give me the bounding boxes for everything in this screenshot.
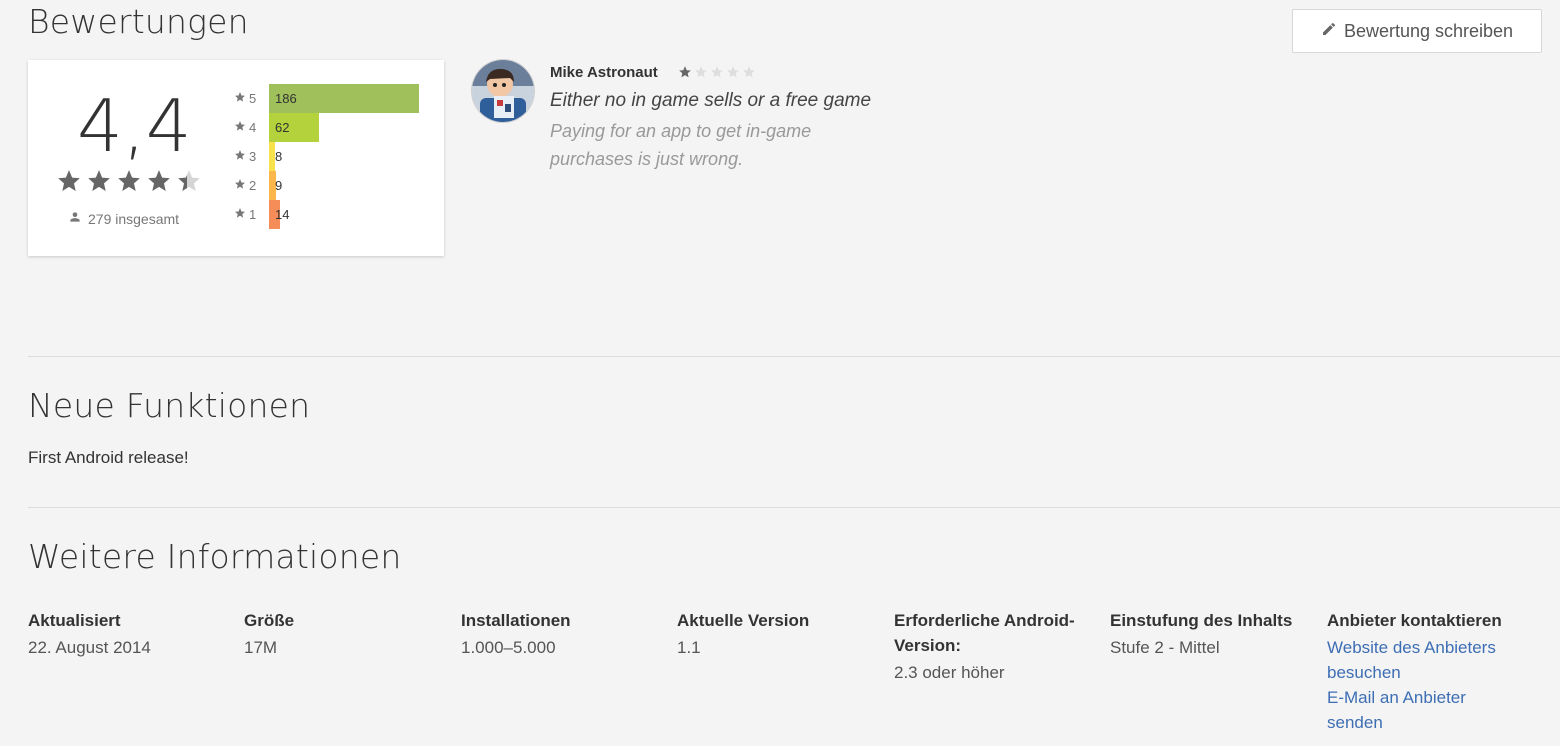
- star-icon: [116, 168, 142, 199]
- info-version: Aktuelle Version 1.1: [677, 608, 877, 660]
- review-title: Either no in game sells or a free game: [550, 90, 872, 111]
- info-android-version: Erforderliche Android-Version: 2.3 oder …: [894, 608, 1079, 685]
- total-ratings: 279 insgesamt: [68, 210, 179, 227]
- info-value: 17M: [244, 638, 278, 657]
- histogram-star-label: 2: [234, 171, 256, 200]
- info-value: 1.000–5.000: [461, 638, 556, 657]
- avatar[interactable]: [472, 60, 534, 122]
- star-icon: [176, 168, 202, 199]
- star-icon: [710, 65, 724, 84]
- histogram-row: 5 186: [234, 84, 424, 113]
- whats-new-heading: Neue Funktionen: [28, 386, 311, 425]
- write-review-button[interactable]: Bewertung schreiben: [1292, 9, 1542, 53]
- info-value: Stufe 2 - Mittel: [1110, 638, 1220, 657]
- info-value: 1.1: [677, 638, 701, 657]
- info-installs: Installationen 1.000–5.000: [461, 608, 661, 660]
- star-icon: [234, 91, 246, 106]
- star-icon: [234, 178, 246, 193]
- star-icon: [86, 168, 112, 199]
- info-value: 2.3 oder höher: [894, 663, 1005, 682]
- average-stars: [56, 168, 202, 199]
- review-body: Paying for an app to get in-game purchas…: [550, 121, 812, 169]
- histogram-star-label: 1: [234, 200, 256, 229]
- info-label: Aktuelle Version: [677, 611, 810, 630]
- histogram-star-number: 3: [249, 149, 257, 164]
- histogram-star-label: 5: [234, 84, 256, 113]
- section-divider: [28, 507, 1560, 508]
- star-icon: [56, 168, 82, 199]
- developer-email-link[interactable]: E-Mail an Anbieter senden: [1327, 685, 1517, 735]
- star-icon: [146, 168, 172, 199]
- histogram-count: 8: [275, 149, 283, 164]
- info-updated: Aktualisiert 22. August 2014: [28, 608, 228, 660]
- review-author[interactable]: Mike Astronaut: [550, 64, 658, 81]
- info-label: Erforderliche Android-Version:: [894, 611, 1075, 655]
- write-review-label: Bewertung schreiben: [1343, 20, 1514, 41]
- histogram-star-number: 1: [249, 207, 257, 222]
- histogram-row: 1 14: [234, 200, 424, 229]
- histogram-star-label: 3: [234, 142, 256, 171]
- developer-website-link[interactable]: Website des Anbieters besuchen: [1327, 635, 1517, 685]
- person-icon: [68, 210, 82, 227]
- info-label: Installationen: [461, 611, 571, 630]
- info-label: Aktualisiert: [28, 611, 121, 630]
- histogram-star-number: 5: [249, 91, 257, 106]
- star-icon: [234, 149, 246, 164]
- average-score: 4,4: [77, 84, 192, 168]
- star-icon: [726, 65, 740, 84]
- histogram-star-number: 4: [249, 120, 257, 135]
- histogram-count: 186: [275, 91, 297, 106]
- histogram-count: 62: [275, 120, 290, 135]
- pencil-icon: [1321, 21, 1337, 42]
- rating-summary-card: 4,4 279 insgesamt 5 186 4 62 3 8 2 9 1 14: [28, 60, 444, 256]
- star-icon: [742, 65, 756, 84]
- histogram-count: 9: [275, 178, 283, 193]
- star-icon: [678, 65, 692, 84]
- additional-info-heading: Weitere Informationen: [28, 537, 402, 576]
- info-size: Größe 17M: [244, 608, 444, 660]
- whats-new-text: First Android release!: [28, 448, 189, 467]
- histogram-row: 29: [234, 171, 424, 200]
- histogram-star-label: 4: [234, 113, 256, 142]
- info-contact: Anbieter kontaktieren Website des Anbiet…: [1327, 608, 1517, 735]
- section-divider: [28, 356, 1560, 357]
- review-stars: [678, 65, 756, 84]
- histogram-star-number: 2: [249, 178, 257, 193]
- histogram-row: 4 62: [234, 113, 424, 142]
- info-label: Größe: [244, 611, 295, 630]
- info-label: Anbieter kontaktieren: [1327, 611, 1502, 630]
- info-value: 22. August 2014: [28, 638, 151, 657]
- reviews-heading: Bewertungen: [28, 2, 249, 41]
- info-content-rating: Einstufung des Inhalts Stufe 2 - Mittel: [1110, 608, 1310, 660]
- star-icon: [694, 65, 708, 84]
- star-icon: [234, 120, 246, 135]
- histogram-count: 14: [275, 207, 290, 222]
- total-ratings-label: 279 insgesamt: [88, 210, 180, 227]
- histogram-row: 38: [234, 142, 424, 171]
- info-label: Einstufung des Inhalts: [1110, 611, 1293, 630]
- star-icon: [234, 207, 246, 222]
